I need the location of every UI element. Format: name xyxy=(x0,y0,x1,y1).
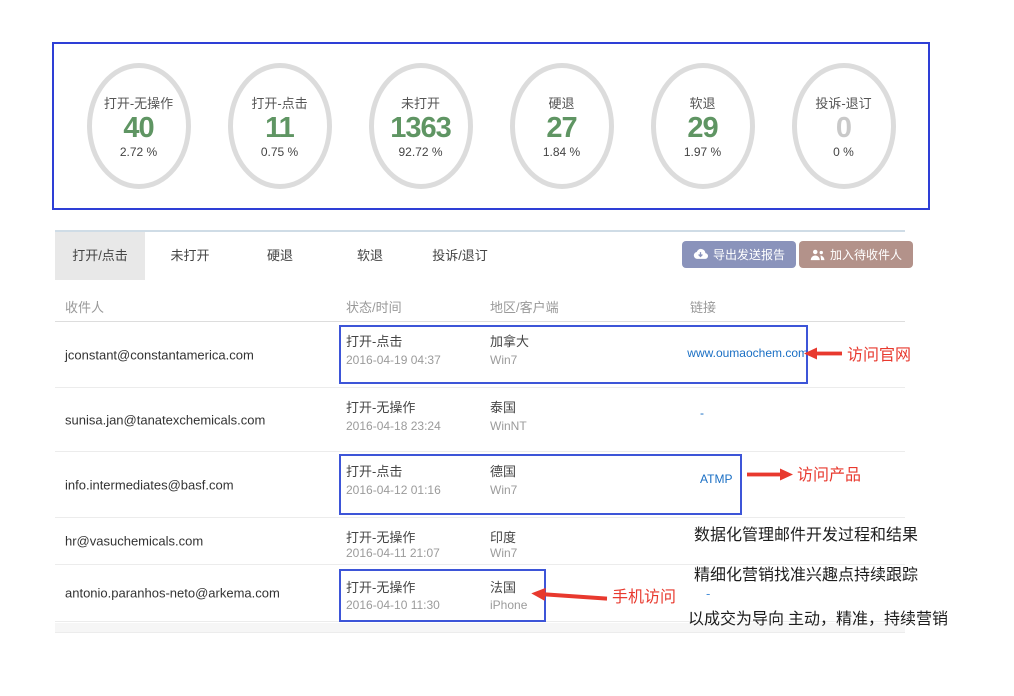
stats-summary-panel: 打开-无操作 40 2.72 % 打开-点击 11 0.75 % 未打开 136… xyxy=(52,42,930,210)
stat-percent: 0 % xyxy=(833,145,854,159)
stat-label: 打开-点击 xyxy=(251,93,307,112)
region-text: 加拿大 xyxy=(490,331,529,350)
stat-circle-open-no-action: 打开-无操作 40 2.72 % xyxy=(87,63,191,189)
stat-label: 硬退 xyxy=(548,93,574,112)
users-group-icon xyxy=(810,248,825,261)
stat-percent: 1.84 % xyxy=(543,145,580,159)
clicked-link-product[interactable]: ATMP xyxy=(700,472,732,486)
add-to-recipients-label: 加入待收件人 xyxy=(830,246,902,263)
stat-percent: 0.75 % xyxy=(261,145,298,159)
recipient-email: antonio.paranhos-neto@arkema.com xyxy=(65,586,280,601)
stat-percent: 92.72 % xyxy=(398,145,442,159)
export-report-button[interactable]: 导出发送报告 xyxy=(682,241,796,268)
status-text: 打开-无操作 xyxy=(346,577,415,596)
table-row: jconstant@constantamerica.com 打开-点击 2016… xyxy=(55,322,905,388)
email-report-page: 打开-无操作 40 2.72 % 打开-点击 11 0.75 % 未打开 136… xyxy=(0,0,1014,696)
clicked-link-url[interactable]: www.oumaochem.com xyxy=(660,346,808,360)
stat-value: 40 xyxy=(123,112,153,145)
col-header-recipient: 收件人 xyxy=(65,297,104,316)
stat-circle-unopened: 未打开 1363 92.72 % xyxy=(369,63,473,189)
region-text: 印度 xyxy=(490,527,516,546)
stat-percent: 1.97 % xyxy=(684,145,721,159)
status-text: 打开-点击 xyxy=(346,331,402,350)
region-text: 泰国 xyxy=(490,397,516,416)
stat-label: 软退 xyxy=(689,93,715,112)
stat-value: 11 xyxy=(265,112,294,145)
tab-soft-bounce[interactable]: 软退 xyxy=(325,232,415,280)
col-header-status-time: 状态/时间 xyxy=(346,297,402,316)
status-timestamp: 2016-04-12 01:16 xyxy=(346,483,441,497)
stat-circle-open-click: 打开-点击 11 0.75 % xyxy=(228,63,332,189)
result-tabs: 打开/点击 未打开 硬退 软退 投诉/退订 xyxy=(55,232,505,280)
red-arrow-left-icon xyxy=(804,347,842,365)
stat-label: 投诉-退订 xyxy=(815,93,871,112)
region-text: 德国 xyxy=(490,461,516,480)
client-text: WinNT xyxy=(490,419,527,433)
client-text: iPhone xyxy=(490,598,527,612)
tab-open-click[interactable]: 打开/点击 xyxy=(55,232,145,280)
recipient-email: hr@vasuchemicals.com xyxy=(65,534,203,549)
stat-circle-complaint-unsub: 投诉-退订 0 0 % xyxy=(792,63,896,189)
recipient-email: info.intermediates@basf.com xyxy=(65,477,234,492)
status-timestamp: 2016-04-18 23:24 xyxy=(346,419,441,433)
tab-unopened[interactable]: 未打开 xyxy=(145,232,235,280)
stat-circle-soft-bounce: 软退 29 1.97 % xyxy=(651,63,755,189)
annotation-visit-site: 访问官网 xyxy=(847,341,911,365)
region-text: 法国 xyxy=(490,577,516,596)
status-text: 打开-点击 xyxy=(346,461,402,480)
status-text: 打开-无操作 xyxy=(346,527,415,546)
stat-percent: 2.72 % xyxy=(120,145,157,159)
annotation-note-row5-line2: 以成交为导向 主动，精准，持续营销 xyxy=(688,605,948,629)
annotation-note-row4: 数据化管理邮件开发过程和结果 xyxy=(694,521,918,545)
recipient-email: sunisa.jan@tanatexchemicals.com xyxy=(65,412,265,427)
clicked-link-dash: - xyxy=(700,406,704,420)
table-row: sunisa.jan@tanatexchemicals.com 打开-无操作 2… xyxy=(55,388,905,452)
annotation-mobile-access: 手机访问 xyxy=(612,583,676,607)
tab-hard-bounce[interactable]: 硬退 xyxy=(235,232,325,280)
status-timestamp: 2016-04-10 11:30 xyxy=(346,598,440,612)
stat-label: 未打开 xyxy=(401,93,440,112)
stat-value: 27 xyxy=(546,112,576,145)
col-header-link: 链接 xyxy=(690,297,716,316)
export-report-label: 导出发送报告 xyxy=(713,246,785,263)
stat-label: 打开-无操作 xyxy=(104,93,173,112)
status-timestamp: 2016-04-19 04:37 xyxy=(346,353,441,367)
tab-complaint-unsub[interactable]: 投诉/退订 xyxy=(415,232,505,280)
recipient-email: jconstant@constantamerica.com xyxy=(65,347,254,362)
status-timestamp: 2016-04-11 21:07 xyxy=(346,546,440,560)
cloud-download-icon xyxy=(693,248,708,261)
status-text: 打开-无操作 xyxy=(346,397,415,416)
col-header-region-client: 地区/客户端 xyxy=(490,297,559,316)
stat-value: 29 xyxy=(687,112,717,145)
stat-circle-hard-bounce: 硬退 27 1.84 % xyxy=(510,63,614,189)
client-text: Win7 xyxy=(490,546,517,560)
stat-value: 1363 xyxy=(390,112,451,145)
stat-value: 0 xyxy=(836,112,851,145)
client-text: Win7 xyxy=(490,353,517,367)
client-text: Win7 xyxy=(490,483,517,497)
annotation-visit-product: 访问产品 xyxy=(797,461,861,485)
add-to-recipients-button[interactable]: 加入待收件人 xyxy=(799,241,913,268)
annotation-note-row5-line1: 精细化营销找准兴趣点持续跟踪 xyxy=(694,561,918,585)
annotation-note-dash: - xyxy=(706,586,710,601)
red-arrow-right-icon xyxy=(747,468,793,486)
